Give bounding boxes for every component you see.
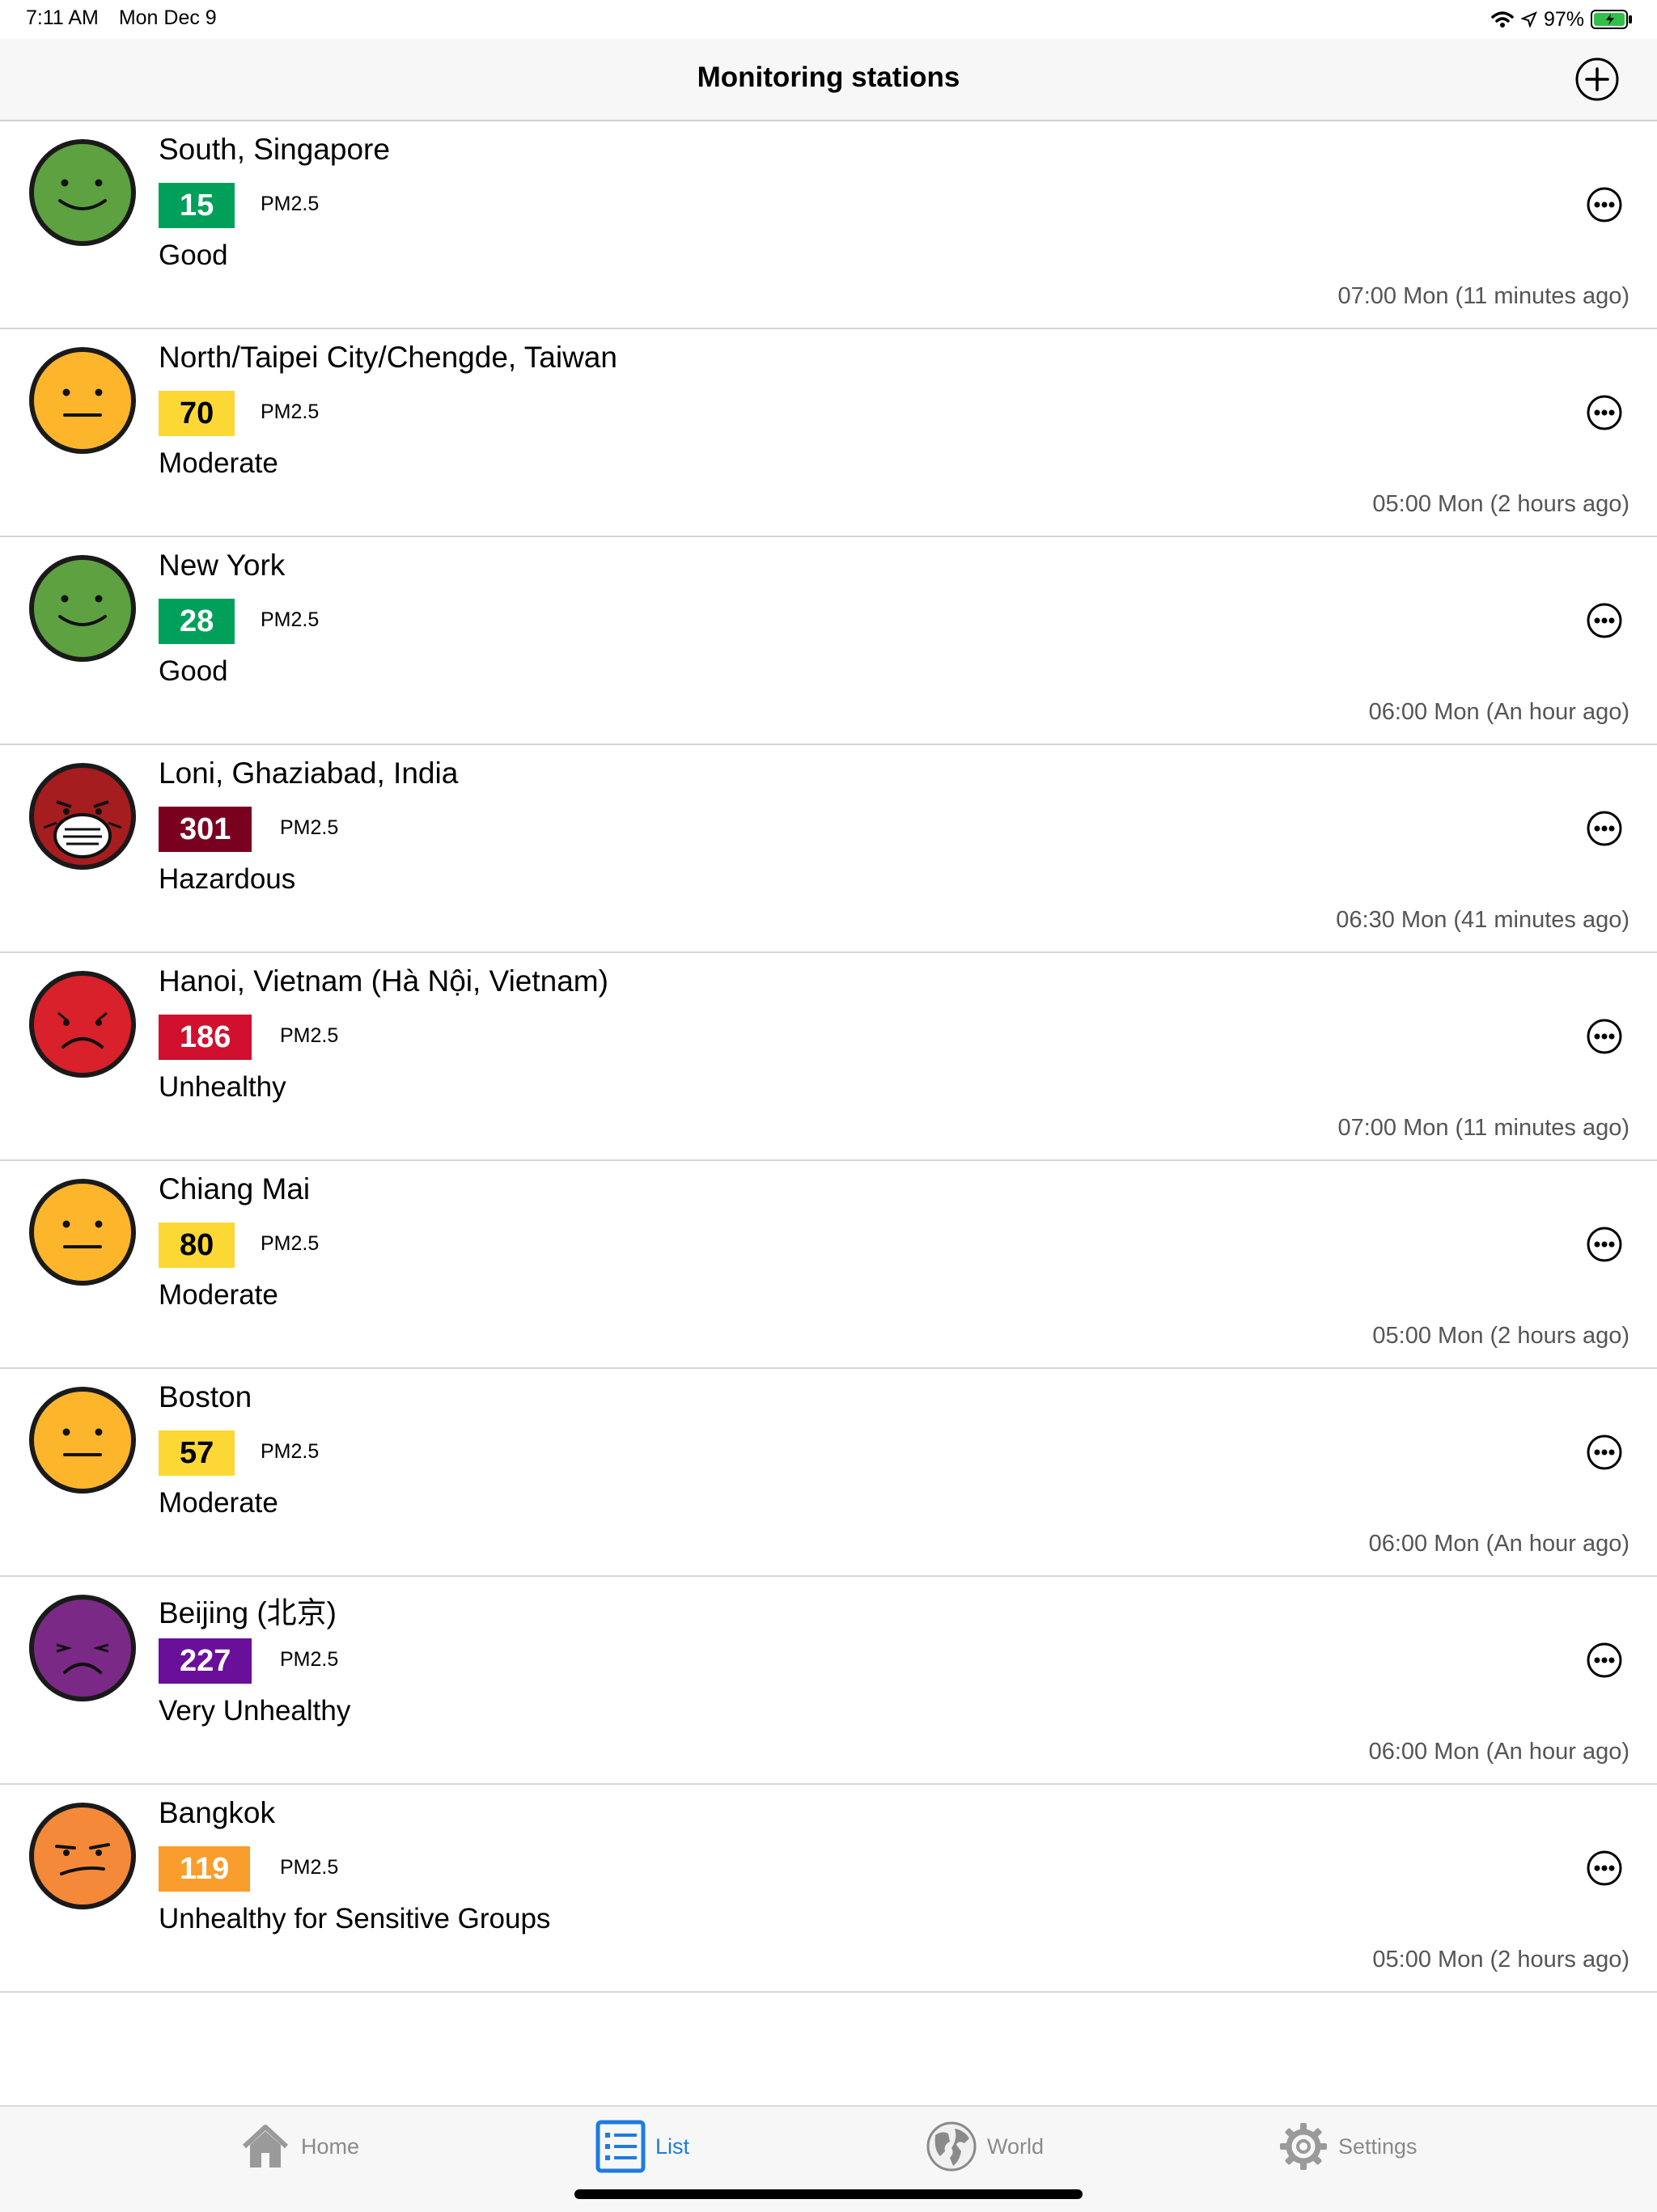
navigation-bar: Monitoring stations	[0, 39, 1657, 121]
aqi-badge: 80	[159, 1223, 235, 1268]
more-options-button[interactable]	[1586, 602, 1623, 639]
globe-icon	[926, 2121, 977, 2172]
update-time: 05:00 Mon (2 hours ago)	[1372, 491, 1629, 517]
pollutant-label: PM2.5	[280, 1024, 339, 1047]
status-left: 7:11 AM Mon Dec 9	[26, 6, 231, 30]
station-row[interactable]: Bangkok 119 PM2.5 Unhealthy for Sensitive G…	[0, 1785, 1657, 1993]
aqi-badge: 15	[159, 183, 235, 228]
tab-world-label: World	[987, 2134, 1045, 2159]
location-arrow-icon	[1520, 11, 1537, 28]
station-name: Bangkok	[159, 1796, 275, 1829]
aqi-category: Moderate	[159, 1279, 278, 1311]
smiling-face-icon	[29, 555, 136, 662]
station-name: North/Taipei City/Chengde, Taiwan	[159, 341, 617, 374]
more-options-button[interactable]	[1586, 1642, 1623, 1679]
update-time: 05:00 Mon (2 hours ago)	[1372, 1323, 1629, 1349]
pollutant-label: PM2.5	[261, 400, 320, 423]
tab-list[interactable]: List	[595, 2118, 689, 2175]
station-list: South, Singapore 15 PM2.5 Good 07:00 Mon (11…	[0, 121, 1657, 1993]
station-row[interactable]: North/Taipei City/Chengde, Taiwan 70 PM2.5…	[0, 329, 1657, 537]
aqi-category: Very Unhealthy	[159, 1695, 351, 1727]
status-date: Mon Dec 9	[118, 6, 217, 29]
update-time: 06:00 Mon (An hour ago)	[1368, 699, 1629, 725]
home-icon	[242, 2125, 289, 2168]
update-time: 05:00 Mon (2 hours ago)	[1372, 1947, 1629, 1973]
station-name: Hanoi, Vietnam (Hà Nội, Vietnam)	[159, 964, 608, 998]
tab-settings[interactable]: Settings	[1278, 2118, 1418, 2175]
aqi-category: Hazardous	[159, 863, 296, 895]
aqi-category: Moderate	[159, 1487, 278, 1519]
page-title: Monitoring stations	[697, 61, 960, 93]
station-row[interactable]: Chiang Mai 80 PM2.5 Moderate 05:00 Mon (2 ho…	[0, 1161, 1657, 1369]
update-time: 07:00 Mon (11 minutes ago)	[1337, 283, 1629, 309]
status-right: 97%	[1490, 5, 1633, 34]
station-row[interactable]: New York 28 PM2.5 Good 06:00 Mon (An hour ag…	[0, 537, 1657, 745]
aqi-category: Unhealthy for Sensitive Groups	[159, 1903, 551, 1934]
station-row[interactable]: Boston 57 PM2.5 Moderate 06:00 Mon (An hour …	[0, 1369, 1657, 1577]
more-options-button[interactable]	[1586, 810, 1623, 847]
aqi-badge: 227	[159, 1638, 252, 1684]
update-time: 07:00 Mon (11 minutes ago)	[1337, 1115, 1629, 1141]
neutral-face-icon	[29, 1387, 136, 1494]
station-name: New York	[159, 549, 286, 582]
more-options-button[interactable]	[1586, 1226, 1623, 1263]
aqi-badge: 186	[159, 1015, 252, 1060]
list-icon	[595, 2120, 646, 2173]
update-time: 06:00 Mon (An hour ago)	[1368, 1531, 1629, 1557]
battery-icon	[1591, 10, 1632, 29]
aqi-badge: 70	[159, 391, 235, 436]
tab-settings-label: Settings	[1338, 2134, 1418, 2159]
pollutant-label: PM2.5	[261, 1440, 320, 1463]
pollutant-label: PM2.5	[280, 1856, 339, 1879]
more-options-button[interactable]	[1586, 1018, 1623, 1055]
station-row[interactable]: Hanoi, Vietnam (Hà Nội, Vietnam) 186 PM2.5…	[0, 953, 1657, 1161]
neutral-face-icon	[29, 347, 136, 454]
station-row[interactable]: Beijing (北京) 227 PM2.5 Very Unhealthy 06:00 …	[0, 1577, 1657, 1785]
station-name: South, Singapore	[159, 133, 390, 166]
aqi-category: Unhealthy	[159, 1071, 286, 1103]
tab-world[interactable]: World	[926, 2118, 1044, 2175]
aqi-category: Good	[159, 655, 228, 687]
more-options-button[interactable]	[1586, 1850, 1623, 1887]
neutral-face-icon	[29, 1179, 136, 1286]
status-time: 7:11 AM	[26, 6, 99, 29]
aqi-category: Good	[159, 239, 228, 271]
station-name: Beijing (北京)	[159, 1596, 337, 1629]
status-bar: 7:11 AM Mon Dec 9 97%	[0, 0, 1657, 39]
station-row[interactable]: South, Singapore 15 PM2.5 Good 07:00 Mon (11…	[0, 121, 1657, 329]
add-station-button[interactable]	[1574, 57, 1620, 102]
aqi-badge: 119	[159, 1846, 251, 1892]
update-time: 06:00 Mon (An hour ago)	[1368, 1739, 1629, 1765]
aqi-badge: 28	[159, 599, 235, 644]
mask-face-icon	[29, 763, 136, 870]
station-name: Loni, Ghaziabad, India	[159, 756, 459, 790]
more-options-button[interactable]	[1586, 394, 1623, 431]
station-row[interactable]: Loni, Ghaziabad, India 301 PM2.5 Hazardous 0…	[0, 745, 1657, 953]
pollutant-label: PM2.5	[261, 608, 320, 631]
tab-home-label: Home	[301, 2134, 360, 2159]
home-indicator[interactable]	[574, 2189, 1083, 2199]
aqi-category: Moderate	[159, 447, 278, 479]
station-name: Boston	[159, 1380, 252, 1413]
aqi-badge: 57	[159, 1430, 235, 1476]
station-name: Chiang Mai	[159, 1172, 311, 1206]
pollutant-label: PM2.5	[261, 193, 320, 215]
pollutant-label: PM2.5	[261, 1232, 320, 1255]
pollutant-label: PM2.5	[280, 1648, 339, 1671]
battery-percent: 97%	[1543, 7, 1584, 31]
tab-home[interactable]: Home	[239, 2118, 359, 2175]
update-time: 06:30 Mon (41 minutes ago)	[1336, 907, 1629, 933]
gear-icon	[1280, 2123, 1327, 2170]
aqi-badge: 301	[159, 807, 252, 852]
wifi-icon	[1491, 11, 1514, 28]
more-options-button[interactable]	[1586, 186, 1623, 223]
frowning-face-icon	[29, 1595, 136, 1701]
smiling-face-icon	[29, 139, 136, 246]
tab-list-label: List	[655, 2134, 690, 2159]
sad-face-icon	[29, 971, 136, 1078]
annoyed-face-icon	[29, 1803, 136, 1909]
pollutant-label: PM2.5	[280, 816, 339, 839]
more-options-button[interactable]	[1586, 1434, 1623, 1471]
